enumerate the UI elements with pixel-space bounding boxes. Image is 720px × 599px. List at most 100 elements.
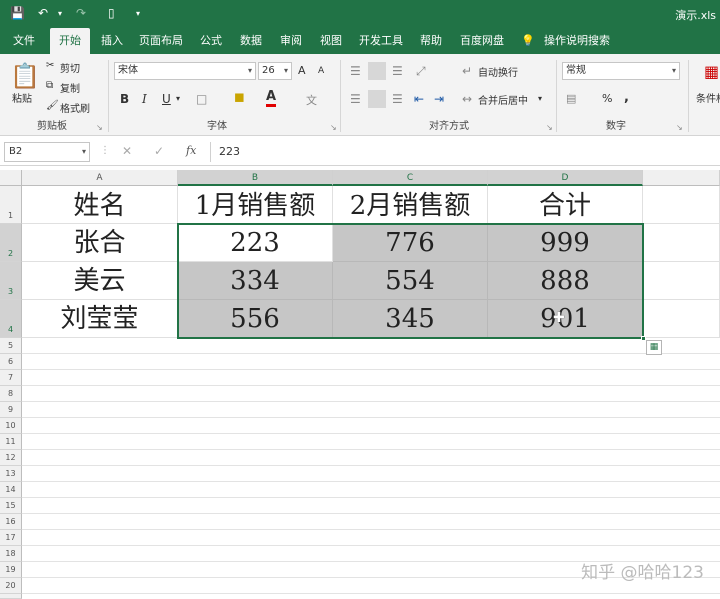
conditional-formatting-button[interactable]: 条件格 (696, 90, 720, 105)
cell-c2[interactable]: 776 (333, 224, 488, 262)
format-painter-icon[interactable]: 🖌 (46, 100, 59, 111)
column-header-d[interactable]: D (488, 170, 643, 186)
align-center-icon[interactable] (368, 90, 386, 108)
cell-e2[interactable] (643, 224, 720, 262)
cell-b1[interactable]: 1月销售额 (178, 186, 333, 224)
scissors-icon[interactable]: ✂ (46, 60, 54, 71)
paste-button[interactable]: 粘贴 (12, 90, 32, 105)
lightbulb-icon[interactable]: 💡 (518, 28, 538, 54)
chevron-down-icon[interactable]: ▾ (176, 94, 180, 103)
dialog-launcher-icon[interactable]: ↘ (96, 123, 103, 132)
name-box[interactable]: B2 ▾ (4, 142, 90, 162)
phonetic-icon[interactable]: 文 (306, 92, 317, 108)
row-header-1[interactable]: 1 (0, 186, 22, 224)
row-header-20[interactable]: 20 (0, 578, 22, 594)
cell-d1[interactable]: 合计 (488, 186, 643, 224)
redo-icon[interactable]: ↷ (76, 6, 86, 20)
paste-icon[interactable]: 📋 (10, 62, 40, 90)
row-header-13[interactable]: 13 (0, 466, 22, 482)
tab-review[interactable]: 审阅 (274, 28, 308, 54)
dialog-launcher-icon[interactable]: ↘ (330, 123, 337, 132)
cell-b4[interactable]: 556 (178, 300, 333, 338)
borders-icon[interactable]: □ (196, 92, 207, 106)
column-header-b[interactable]: B (178, 170, 333, 186)
currency-icon[interactable]: ▤ (566, 92, 576, 105)
copy-icon[interactable]: ⧉ (46, 80, 53, 91)
undo-dropdown-icon[interactable]: ▾ (58, 9, 62, 18)
shrink-font-button[interactable]: A (318, 66, 324, 76)
cell-e3[interactable] (643, 262, 720, 300)
cell-b3[interactable]: 334 (178, 262, 333, 300)
cell-e1[interactable] (643, 186, 720, 224)
tab-file[interactable]: 文件 (6, 28, 42, 54)
tab-developer[interactable]: 开发工具 (354, 28, 408, 54)
cell-a2[interactable]: 张合 (22, 224, 178, 262)
increase-indent-icon[interactable]: ⇥ (434, 92, 444, 106)
middle-align-icon[interactable] (368, 62, 386, 80)
tab-data[interactable]: 数据 (234, 28, 268, 54)
row-header-5[interactable]: 5 (0, 338, 22, 354)
italic-button[interactable]: I (142, 92, 147, 106)
row-header-16[interactable]: 16 (0, 514, 22, 530)
copy-button[interactable]: 复制 (60, 80, 80, 95)
select-all-corner[interactable] (0, 170, 22, 186)
bottom-align-icon[interactable]: ☰ (392, 64, 403, 78)
dialog-launcher-icon[interactable]: ↘ (676, 123, 683, 132)
number-format-select[interactable]: 常规 ▾ (562, 62, 680, 80)
tab-insert[interactable]: 插入 (96, 28, 128, 54)
row-header-2[interactable]: 2 (0, 224, 22, 262)
row-header-7[interactable]: 7 (0, 370, 22, 386)
font-size-select[interactable]: 26 ▾ (258, 62, 292, 80)
wrap-text-button[interactable]: 自动换行 (478, 64, 518, 79)
row-header-4[interactable]: 4 (0, 300, 22, 338)
underline-button[interactable]: U (162, 92, 171, 106)
cell-b2[interactable]: 223 (178, 224, 333, 262)
merge-center-button[interactable]: 合并后居中 (478, 92, 528, 107)
cell-a1[interactable]: 姓名 (22, 186, 178, 224)
column-header-c[interactable]: C (333, 170, 488, 186)
top-align-icon[interactable]: ☰ (350, 64, 361, 78)
cell-d4[interactable]: 901 (488, 300, 643, 338)
row-header-14[interactable]: 14 (0, 482, 22, 498)
fill-color-icon[interactable]: ◼ (234, 90, 245, 105)
row-header-19[interactable]: 19 (0, 562, 22, 578)
font-color-button[interactable]: A (266, 90, 277, 107)
row-header-10[interactable]: 10 (0, 418, 22, 434)
cell-c4[interactable]: 345 (333, 300, 488, 338)
format-painter-button[interactable]: 格式刷 (60, 100, 90, 115)
cell-a3[interactable]: 美云 (22, 262, 178, 300)
cell-e4[interactable] (643, 300, 720, 338)
row-header-3[interactable]: 3 (0, 262, 22, 300)
tab-page-layout[interactable]: 页面布局 (134, 28, 188, 54)
touch-mode-icon[interactable]: ▯ (108, 6, 115, 20)
row-header-6[interactable]: 6 (0, 354, 22, 370)
cancel-icon[interactable]: ✕ (122, 144, 132, 158)
wrap-text-icon[interactable]: ↵ (462, 64, 472, 78)
grow-font-button[interactable]: A (298, 64, 306, 77)
row-header-15[interactable]: 15 (0, 498, 22, 514)
row-header-17[interactable]: 17 (0, 530, 22, 546)
merge-center-icon[interactable]: ↔ (462, 92, 472, 106)
undo-icon[interactable]: ↶ (38, 6, 48, 20)
cell-d2[interactable]: 999 (488, 224, 643, 262)
quick-analysis-icon[interactable]: ▦ (646, 340, 662, 355)
comma-button[interactable]: , (624, 90, 629, 105)
chevron-down-icon[interactable]: ▾ (538, 94, 542, 103)
cut-button[interactable]: 剪切 (60, 60, 80, 75)
row-header-11[interactable]: 11 (0, 434, 22, 450)
align-left-icon[interactable]: ☰ (350, 92, 361, 106)
row-header-9[interactable]: 9 (0, 402, 22, 418)
tab-formulas[interactable]: 公式 (194, 28, 228, 54)
percent-button[interactable]: % (602, 92, 612, 105)
align-right-icon[interactable]: ☰ (392, 92, 403, 106)
cell-c1[interactable]: 2月销售额 (333, 186, 488, 224)
conditional-formatting-icon[interactable]: ▦ (704, 62, 719, 81)
tab-baidu-netdisk[interactable]: 百度网盘 (454, 28, 510, 54)
tab-help[interactable]: 帮助 (414, 28, 448, 54)
row-header-21[interactable]: 21 (0, 594, 22, 599)
save-icon[interactable]: 💾 (10, 6, 25, 20)
font-name-select[interactable]: 宋体 ▾ (114, 62, 256, 80)
customize-icon[interactable]: ▾ (136, 9, 140, 18)
row-header-18[interactable]: 18 (0, 546, 22, 562)
row-header-8[interactable]: 8 (0, 386, 22, 402)
